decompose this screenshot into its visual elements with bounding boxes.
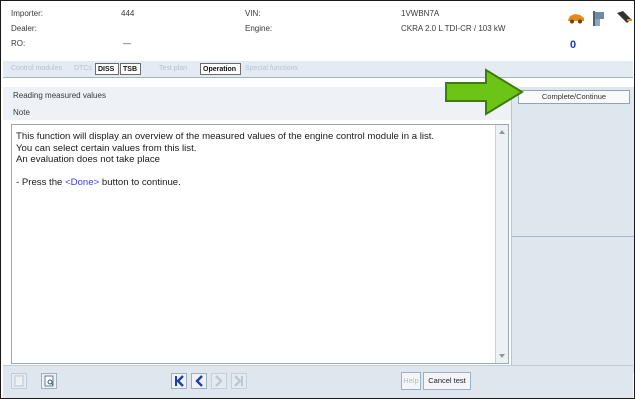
car-icon[interactable]	[566, 11, 586, 29]
panel-subtitle: Note	[13, 108, 30, 117]
bottom-toolbar: Help Cancel test	[3, 365, 633, 398]
tab-tsb[interactable]: TSB	[120, 63, 141, 75]
note-line-2: You can select certain values from this …	[16, 142, 197, 154]
tab-diss[interactable]: DISS	[95, 63, 119, 75]
done-link: <Done>	[65, 177, 100, 189]
complete-continue-button[interactable]: Complete/Continue	[518, 90, 630, 104]
ro-value: —	[123, 39, 131, 48]
right-divider	[512, 236, 634, 237]
help-button[interactable]: Help	[401, 372, 421, 390]
ro-label: RO:	[11, 39, 26, 48]
importer-value: 444	[121, 9, 135, 18]
first-page-icon[interactable]	[171, 373, 187, 389]
engine-value: CKRA 2.0 L TDI-CR / 103 kW	[401, 24, 506, 33]
vin-label: VIN:	[245, 9, 261, 18]
vin-value: 1VWBN7A	[401, 9, 440, 18]
instruction-prefix: - Press the	[16, 177, 66, 189]
dealer-label: Dealer:	[11, 24, 37, 33]
engine-label: Engine:	[245, 24, 273, 33]
note-text-area: This function will display an overview o…	[11, 124, 509, 364]
print-icon[interactable]	[11, 373, 27, 389]
panel-header: Reading measured values Note	[3, 87, 511, 120]
tab-operation[interactable]: Operation	[200, 63, 241, 75]
instruction-suffix: button to continue.	[99, 177, 181, 189]
scroll-down-icon[interactable]	[499, 354, 505, 358]
counter-badge: 0	[570, 39, 577, 51]
previous-icon[interactable]	[191, 373, 207, 389]
last-page-icon[interactable]	[231, 373, 247, 389]
panel-title: Reading measured values	[13, 91, 106, 100]
document-icon[interactable]	[41, 373, 57, 389]
tab-test-plan[interactable]: Test plan	[157, 63, 189, 75]
tab-special-functions[interactable]: Special functions	[243, 63, 300, 75]
flag-icon[interactable]	[592, 9, 608, 32]
diagnostic-window: Importer: 444 Dealer: RO: — VIN: 1VWBN7A…	[0, 0, 635, 399]
tab-control-modules[interactable]: Control modules	[9, 63, 64, 75]
tab-dtcs[interactable]: DTCs	[72, 63, 94, 75]
plug-icon[interactable]	[615, 9, 633, 30]
note-instruction: - Press the <Done> button to continue.	[16, 177, 494, 189]
callout-arrow-icon	[444, 68, 524, 121]
importer-label: Importer:	[11, 9, 44, 18]
tab-bar: Control modules DTCs DISS TSB Test plan …	[3, 61, 633, 78]
note-line-3: An evaluation does not take place	[16, 154, 161, 166]
next-icon[interactable]	[211, 373, 227, 389]
vertical-scrollbar[interactable]	[495, 125, 508, 363]
cancel-test-button[interactable]: Cancel test	[423, 372, 471, 390]
note-line-1: This function will display an overview o…	[16, 131, 435, 142]
scroll-up-icon[interactable]	[499, 130, 505, 134]
right-panel: Complete/Continue	[511, 87, 634, 373]
